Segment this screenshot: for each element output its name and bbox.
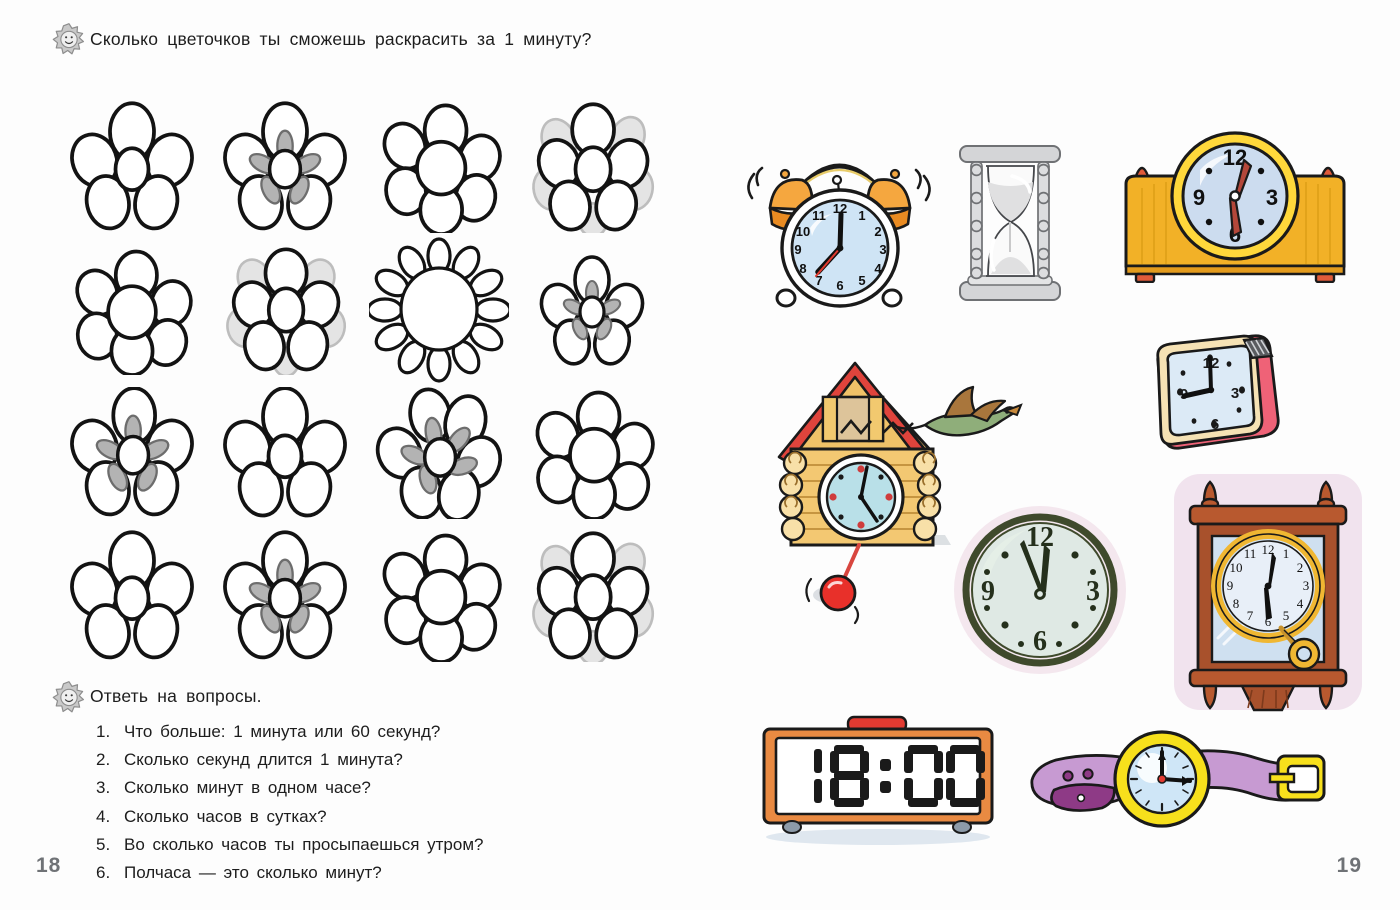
- svg-text:4: 4: [1297, 596, 1304, 611]
- svg-text:7: 7: [1247, 608, 1254, 623]
- hourglass-illustration: [950, 140, 1070, 305]
- svg-text:10: 10: [796, 224, 810, 239]
- svg-text:2: 2: [1297, 560, 1304, 575]
- coloring-task-text: Сколько цветочков ты сможешь раскрасить …: [90, 29, 592, 49]
- svg-text:3: 3: [879, 242, 886, 257]
- svg-text:9: 9: [981, 576, 995, 607]
- flower-five-petal-inner-gray[interactable]: [369, 383, 509, 523]
- svg-text:3: 3: [1266, 185, 1278, 210]
- svg-text:3: 3: [1086, 576, 1100, 607]
- svg-text:9: 9: [794, 242, 801, 257]
- flower-six-petal-back-gray[interactable]: [215, 240, 355, 380]
- svg-text:9: 9: [1193, 185, 1205, 210]
- question-item: 4. Сколько часов в сутках?: [96, 803, 672, 831]
- questions-block: Ответь на вопросы. 1. Что больше: 1 мину…: [52, 680, 672, 887]
- svg-text:4: 4: [874, 261, 882, 276]
- flower-five-petal-inner-gray[interactable]: [215, 526, 355, 666]
- question-number: 1.: [96, 722, 111, 741]
- svg-text:12: 12: [1026, 522, 1054, 553]
- flower-five-petal-plain[interactable]: [62, 526, 202, 666]
- svg-text:6: 6: [836, 278, 843, 293]
- svg-text:8: 8: [1233, 596, 1240, 611]
- svg-text:5: 5: [858, 273, 865, 288]
- svg-text:1: 1: [858, 208, 865, 223]
- right-page: ЧАСЫ Определять время нам помогают часы.…: [700, 0, 1400, 910]
- question-number: 4.: [96, 806, 111, 826]
- flower-six-petal-plain[interactable]: [522, 383, 662, 523]
- flower-row: [62, 524, 662, 667]
- flower-six-petal-plain[interactable]: [369, 97, 509, 237]
- pink-desk-clock-illustration: 123 69: [1140, 322, 1290, 462]
- book-spread: Сколько цветочков ты сможешь раскрасить …: [0, 0, 1400, 910]
- svg-text:2: 2: [874, 224, 881, 239]
- flower-five-petal-inner-gray[interactable]: [215, 97, 355, 237]
- question-number: 6.: [96, 863, 111, 883]
- sun-smiley-icon: [52, 680, 86, 714]
- question-item: 2. Сколько секунд длится 1 минута?: [96, 746, 672, 774]
- question-text: Полчаса — это сколько минут?: [124, 863, 382, 883]
- flower-five-petal-inner-gray[interactable]: [62, 383, 202, 523]
- flower-five-petal-inner-gray[interactable]: [522, 240, 662, 380]
- question-item: 5. Во сколько часов ты просыпаешься утро…: [96, 831, 672, 859]
- flower-five-petal-plain[interactable]: [62, 97, 202, 237]
- svg-text:11: 11: [1244, 546, 1257, 561]
- flower-five-petal-plain[interactable]: [215, 383, 355, 523]
- question-number: 5.: [96, 834, 111, 854]
- svg-text:6: 6: [1033, 626, 1047, 657]
- svg-text:3: 3: [1231, 385, 1239, 402]
- question-text: Сколько минут в одном часе?: [124, 778, 371, 798]
- flower-grid: [62, 95, 662, 670]
- questions-heading: Ответь на вопросы.: [90, 686, 262, 706]
- svg-text:11: 11: [812, 208, 826, 223]
- flower-daisy-large[interactable]: [368, 236, 509, 383]
- flower-row: [62, 95, 662, 238]
- question-text: Сколько секунд длится 1 минута?: [124, 750, 403, 770]
- flower-six-petal-back-gray[interactable]: [522, 97, 662, 237]
- flower-row: [62, 236, 662, 383]
- left-page: Сколько цветочков ты сможешь раскрасить …: [0, 0, 700, 910]
- question-item: 1. Что больше: 1 минута или 60 секунд?: [96, 718, 672, 746]
- green-wall-clock-illustration: 12 3 6 9: [948, 498, 1133, 683]
- svg-text:8: 8: [799, 261, 806, 276]
- question-text: Сколько часов в сутках?: [124, 806, 327, 826]
- question-item: 6. Полчаса — это сколько минут?: [96, 859, 672, 887]
- svg-text:3: 3: [1303, 578, 1310, 593]
- sun-smiley-icon: [52, 22, 86, 56]
- svg-text:1: 1: [1283, 546, 1290, 561]
- svg-text:6: 6: [1211, 416, 1219, 433]
- question-number: 3.: [96, 778, 111, 798]
- question-item: 3. Сколько минут в одном часе?: [96, 774, 672, 802]
- flower-six-petal-back-gray[interactable]: [522, 526, 662, 666]
- svg-text:10: 10: [1230, 560, 1243, 575]
- page-number-left: 18: [36, 854, 62, 877]
- questions-heading-row: Ответь на вопросы.: [52, 680, 672, 714]
- flower-row: [62, 381, 662, 524]
- digital-clock-illustration: [750, 705, 1005, 845]
- question-number: 2.: [96, 750, 111, 770]
- page-number-right: 19: [1336, 854, 1362, 877]
- question-text: Во сколько часов ты просыпаешься утром?: [124, 834, 484, 854]
- flower-six-petal-plain[interactable]: [369, 526, 509, 666]
- svg-text:9: 9: [1227, 578, 1234, 593]
- questions-list: 1. Что больше: 1 минута или 60 секунд? 2…: [96, 718, 672, 887]
- mantel-clock-illustration: 123 69: [1120, 118, 1350, 283]
- question-text: Что больше: 1 минута или 60 секунд?: [124, 722, 441, 741]
- flower-six-petal-plain[interactable]: [62, 240, 202, 380]
- wristwatch-illustration: [1020, 718, 1330, 843]
- pendulum-wall-clock-illustration: 12 1 2 345 678 9 10 11: [1168, 468, 1368, 713]
- alarm-clock-illustration: 12 1 2 345 678 9 10 11: [740, 130, 940, 320]
- svg-text:5: 5: [1283, 608, 1290, 623]
- coloring-task-prompt: Сколько цветочков ты сможешь раскрасить …: [52, 22, 672, 56]
